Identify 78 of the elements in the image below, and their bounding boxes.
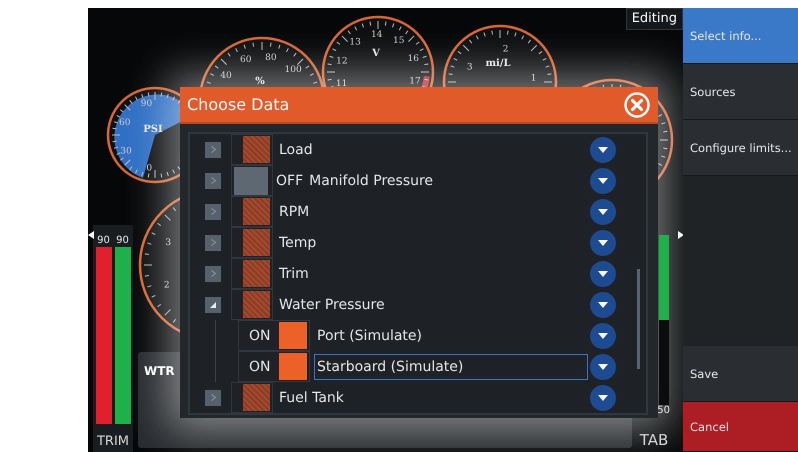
gauge-tick-label: 0 (146, 164, 152, 174)
data-item[interactable]: Starboard (Simulate) (314, 354, 588, 380)
gauge-tick-label: 2 (164, 280, 170, 290)
gauge-tick-label: 60 (118, 118, 130, 128)
expand-toggle[interactable] (205, 142, 221, 158)
caret-down-icon[interactable] (598, 178, 608, 184)
data-item[interactable]: Temp (276, 230, 588, 256)
gauge-tick-label: 2 (502, 44, 508, 54)
dropdown-button[interactable] (590, 136, 616, 162)
status-label: OFF (276, 172, 304, 188)
gauge-tick-label: 40 (220, 70, 232, 81)
gauge-tick-label: 80 (265, 52, 277, 63)
dropdown-button[interactable] (590, 354, 616, 380)
gauge-unit-label: % (255, 76, 265, 87)
caret-down-icon[interactable] (598, 364, 608, 370)
gauge-tick-label: 1 (530, 73, 537, 84)
menu-item[interactable]: Configure limits... (683, 120, 798, 176)
gauge-tick-label: 30 (120, 146, 132, 157)
pointer-icon (88, 231, 94, 239)
gauge-tick-label: 16 (408, 54, 419, 64)
data-item[interactable]: Manifold Pressure (306, 168, 588, 194)
meter-reading: 90 (116, 235, 129, 247)
data-item[interactable]: Port (Simulate) (314, 322, 588, 348)
caret-down-icon[interactable] (598, 146, 608, 152)
expand-toggle[interactable] (205, 266, 221, 282)
gauge-tick-label: 3 (466, 62, 473, 73)
gauge-tick-label: 13 (349, 38, 361, 48)
gauge-tick-label: 15 (392, 36, 404, 46)
gauge-tick-label: 14 (370, 30, 382, 40)
gauge-unit-label: V (372, 48, 380, 59)
dropdown-button[interactable] (590, 384, 616, 410)
data-item[interactable]: Fuel Tank (276, 384, 588, 410)
expand-toggle[interactable] (205, 296, 221, 312)
status-label: ON (249, 358, 270, 374)
data-item[interactable]: Water Pressure (276, 292, 588, 318)
gauge-tick-label: 60 (240, 55, 252, 66)
caret-down-icon[interactable] (598, 208, 608, 214)
caret-down-icon[interactable] (598, 302, 608, 308)
data-item[interactable]: RPM (276, 198, 588, 224)
expand-toggle[interactable] (205, 390, 221, 406)
collapse-triangle-icon[interactable] (210, 302, 216, 308)
dropdown-button[interactable] (590, 168, 616, 194)
dropdown-button[interactable] (590, 260, 616, 286)
caret-down-icon[interactable] (598, 240, 608, 246)
data-panel-label: WTR (144, 364, 175, 378)
cancel-button[interactable]: Cancel (683, 402, 798, 452)
gauge-unit-label: mi/L (485, 58, 511, 69)
gauge-tick-label: 17 (409, 76, 421, 87)
gauge-tick-label: 100 (284, 64, 302, 75)
gauge-tick-label: 90 (140, 99, 152, 110)
menu-item[interactable]: Sources (683, 64, 798, 120)
dropdown-button[interactable] (590, 230, 616, 256)
dropdown-button[interactable] (590, 322, 616, 348)
meter-label: TRIM (96, 433, 130, 451)
expand-toggle[interactable] (205, 204, 221, 220)
gauge-tick-label: 3 (165, 238, 172, 248)
data-item[interactable]: Load (276, 136, 588, 162)
dialog-title: Choose Data (187, 95, 290, 114)
meter-label: TAB (640, 430, 668, 451)
meter-reading: 90 (97, 235, 110, 247)
dropdown-button[interactable] (590, 198, 616, 224)
editing-label: Editing (626, 8, 683, 30)
caret-down-icon[interactable] (598, 332, 608, 338)
caret-down-icon[interactable] (598, 394, 608, 400)
caret-down-icon[interactable] (598, 270, 608, 276)
close-button[interactable] (624, 92, 650, 118)
gauge-tick-label: 11 (336, 79, 348, 90)
expand-toggle[interactable] (205, 172, 221, 188)
expand-toggle[interactable] (205, 234, 221, 250)
status-label: ON (249, 328, 270, 344)
gauge-tick-label: 12 (336, 56, 348, 66)
menu-item[interactable]: Save (683, 346, 798, 402)
gauge-unit-label: PSI (143, 124, 163, 135)
menu-item[interactable]: Select info... (683, 8, 798, 64)
scrollbar[interactable] (637, 269, 640, 369)
data-item[interactable]: Trim (276, 260, 588, 286)
meter-reading: 50 (657, 405, 670, 417)
dropdown-button[interactable] (590, 292, 616, 318)
